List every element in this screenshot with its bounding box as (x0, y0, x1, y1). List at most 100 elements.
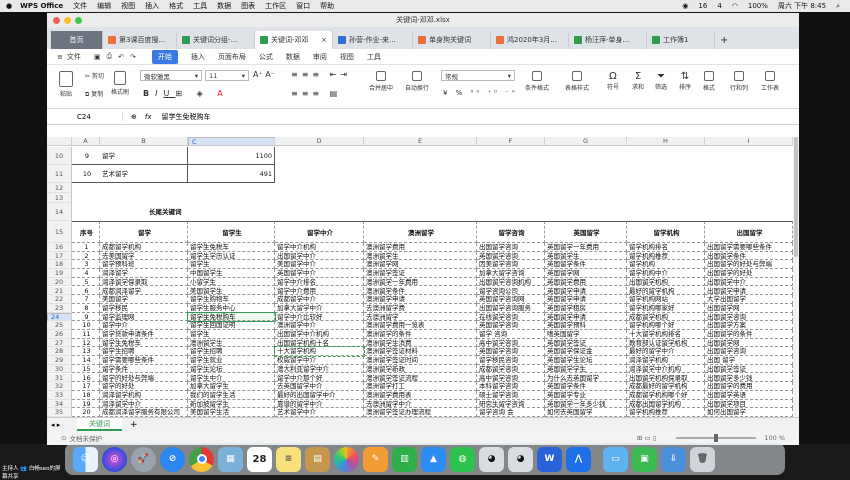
data-cell[interactable]: 留学生学历认证 (188, 251, 275, 261)
header-cell[interactable]: 留学 (100, 221, 188, 243)
save-icon[interactable]: ▣ (94, 53, 101, 61)
data-cell[interactable]: 出国留学英语 (705, 390, 793, 400)
data-cell[interactable]: 澳洲留学签证办理流程 (364, 408, 477, 417)
cell-seq[interactable]: 12 (72, 338, 100, 348)
tab-doc-1[interactable]: 第3课百度搜... (103, 31, 177, 49)
data-cell[interactable]: 英国留学申请 (545, 286, 627, 296)
row-header[interactable]: 15 (47, 221, 72, 243)
column-header-g[interactable]: G (545, 137, 627, 146)
data-cell[interactable]: 润泽留学中介 (100, 399, 188, 409)
sort-button[interactable]: ⇅ 排序 (679, 71, 691, 91)
data-cell[interactable]: 留学机构中介 (627, 269, 705, 278)
tab-home[interactable]: 首页 (51, 31, 103, 49)
apple-icon[interactable]: ● (6, 2, 12, 10)
notes-icon[interactable]: ≡ (276, 446, 301, 472)
data-cell[interactable]: 润泽留学中介机构 (627, 364, 705, 374)
cell-seq[interactable]: 11 (72, 330, 100, 339)
data-cell[interactable]: 出国留学中介 (275, 251, 364, 261)
data-cell[interactable]: 英国留学中介 (275, 269, 364, 278)
folder-icon[interactable]: ▭ (603, 446, 628, 472)
header-cell[interactable]: 留学生 (188, 221, 275, 243)
trash-icon[interactable]: 🗑 (690, 446, 715, 472)
data-cell[interactable]: 澳洲留学签证材料 (364, 347, 477, 357)
search-icon[interactable]: ⌕ (836, 2, 840, 11)
data-cell[interactable]: 留学移民咨询 (477, 356, 545, 365)
filter-button[interactable]: ⏷ 筛选 (655, 71, 667, 91)
data-cell[interactable]: 出国留学中介机构 (275, 330, 364, 339)
data-cell[interactable]: 英国留学一年费用 (545, 243, 627, 252)
row-header[interactable]: 30 (47, 364, 72, 374)
column-header-h[interactable]: H (627, 137, 705, 146)
data-cell[interactable]: 留学生就业 (188, 356, 275, 365)
menu-file-label[interactable]: 文件 (67, 52, 81, 62)
header-cell[interactable]: 英国留学 (545, 221, 627, 243)
font-name-select[interactable]: 微软雅黑 ▾ (140, 70, 202, 81)
worksheet-button[interactable]: 工作表 (761, 71, 779, 92)
data-cell[interactable]: 留学的好处与弊端 (100, 373, 188, 383)
row-header[interactable]: 34 (47, 399, 72, 409)
header-cell[interactable]: 留学机构 (627, 221, 705, 243)
wps-icon[interactable]: W (537, 446, 562, 472)
cell-seq[interactable]: 2 (72, 251, 100, 261)
cell-seq[interactable]: 10 (72, 165, 100, 183)
data-cell[interactable]: 英国留学咨询 (477, 347, 545, 357)
rowcol-button[interactable]: 行和列 (730, 71, 748, 92)
keynote-icon[interactable]: ▲ (421, 446, 446, 472)
data-cell[interactable]: 新加坡留学生 (188, 399, 275, 409)
pages-icon[interactable]: ✎ (363, 446, 388, 472)
sheet-nav-icons[interactable]: ◂ ▸ (51, 421, 60, 429)
data-cell[interactable]: 出国留学中介 (705, 277, 793, 287)
data-cell[interactable]: 留学机构 (627, 260, 705, 270)
facetime-icon[interactable]: ▣ (632, 446, 657, 472)
data-cell[interactable]: 最好的留学机构 (627, 286, 705, 296)
redo-icon[interactable]: ↷ (130, 53, 136, 61)
tab-doc-4[interactable]: 孙营-作业-来... (333, 31, 413, 49)
cell-seq[interactable]: 15 (72, 364, 100, 374)
cell-seq[interactable]: 19 (72, 399, 100, 409)
data-cell[interactable]: 留学预科班 (100, 260, 188, 270)
tab-doc-5[interactable]: 单身狗关键词 (413, 31, 491, 49)
data-cell[interactable]: 留学生论坛 (188, 364, 275, 374)
data-cell[interactable]: 美国留学生 (188, 286, 275, 296)
menu-tools[interactable]: 工具 (193, 1, 207, 11)
data-cell[interactable]: 成都留学中介 (275, 295, 364, 304)
row-header[interactable]: 35 (47, 408, 72, 417)
scroll-thumb[interactable] (794, 137, 798, 257)
data-cell[interactable]: 英国留学条件 (545, 382, 627, 391)
header-cell[interactable]: 留学中介 (275, 221, 364, 243)
column-header-f[interactable]: F (477, 137, 545, 146)
cell-seq[interactable]: 16 (72, 373, 100, 383)
launchpad-icon[interactable]: 🚀 (131, 446, 156, 472)
data-cell[interactable]: 中国留学生 (188, 269, 275, 278)
row-header[interactable]: 10 (47, 147, 72, 165)
data-cell[interactable]: 澳洲留学生 (188, 338, 275, 348)
cell-seq[interactable]: 7 (72, 295, 100, 304)
data-cell[interactable]: 出国留学机构 (627, 277, 705, 287)
data-cell[interactable]: 出国留学方案 (705, 321, 793, 330)
data-cell[interactable]: 出国留学的费用 (705, 382, 793, 391)
cell-seq[interactable]: 8 (72, 303, 100, 313)
preview-icon[interactable]: ▦ (218, 446, 243, 472)
data-cell[interactable]: 留学生招聘 (188, 347, 275, 357)
data-cell[interactable]: 出国留学的条件 (705, 330, 793, 339)
data-cell[interactable]: 澳洲留学签证时间 (364, 356, 477, 365)
data-cell[interactable]: 英国留学保证金 (545, 347, 627, 357)
data-cell[interactable]: 加拿大留学中介 (275, 303, 364, 313)
column-header-e[interactable]: E (364, 137, 477, 146)
data-cell[interactable]: 澳大利亚留学中介 (275, 364, 364, 374)
data-cell[interactable]: 高中留学咨询 (477, 373, 545, 383)
cell-seq[interactable]: 17 (72, 382, 100, 391)
data-cell[interactable]: 本科留学咨询 (477, 382, 545, 391)
data-cell[interactable]: 澳洲留学打工 (364, 382, 477, 391)
table-style-button[interactable]: 表格样式 (565, 71, 589, 92)
menu-help[interactable]: 帮助 (320, 1, 334, 11)
safari-icon[interactable]: ⊘ (160, 446, 185, 472)
row-header[interactable]: 22 (47, 295, 72, 304)
data-cell[interactable]: 润泽留学 (100, 269, 188, 278)
cell-seq[interactable]: 3 (72, 260, 100, 270)
font-grow-button[interactable]: A⁺ A⁻ (253, 70, 275, 79)
cell-seq[interactable]: 1 (72, 243, 100, 252)
fx-label[interactable]: fx (145, 113, 152, 121)
data-cell[interactable]: 留学机构哪个好 (627, 321, 705, 330)
data-cell[interactable]: 留学咨询 会 (477, 408, 545, 417)
